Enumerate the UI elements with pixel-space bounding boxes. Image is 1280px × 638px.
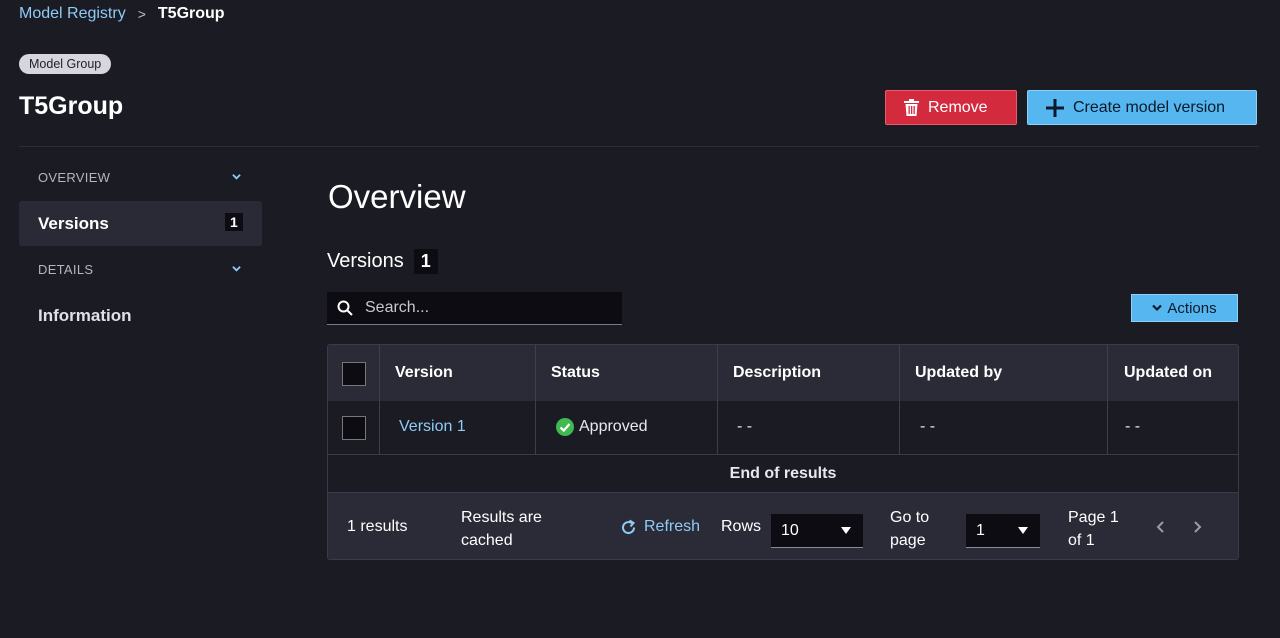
sidebar-section-details[interactable]: DETAILS — [38, 262, 93, 277]
header-divider — [19, 146, 1259, 147]
go-to-line2: page — [890, 532, 926, 549]
breadcrumb-current: T5Group — [157, 5, 225, 22]
trash-icon — [904, 99, 919, 116]
column-divider — [717, 345, 718, 455]
page-indicator-line2: of 1 — [1068, 532, 1095, 549]
chevron-down-icon[interactable] — [232, 264, 241, 273]
sidebar-versions-count: 1 — [225, 213, 243, 231]
actions-label: Actions — [1167, 299, 1217, 317]
rows-per-page-value: 10 — [781, 521, 799, 539]
column-divider — [1107, 345, 1108, 455]
rows-per-page-select[interactable]: 10 — [771, 514, 863, 548]
version-link[interactable]: Version 1 — [399, 418, 466, 436]
table-header: Version Status Description Updated by Up… — [328, 345, 1238, 401]
table-row: Version 1 Approved - - - - - - — [328, 401, 1238, 455]
updated-by-cell: - - — [920, 418, 936, 435]
chevron-down-icon[interactable] — [232, 172, 241, 181]
versions-count-badge: 1 — [413, 249, 438, 274]
search-input[interactable] — [363, 298, 607, 318]
column-header-description[interactable]: Description — [733, 364, 821, 382]
page-title: T5Group — [19, 92, 124, 120]
sidebar-section-overview[interactable]: OVERVIEW — [38, 170, 110, 185]
plus-icon — [1046, 98, 1064, 117]
column-header-updated-on[interactable]: Updated on — [1124, 364, 1212, 382]
versions-heading-label: Versions — [327, 250, 404, 272]
column-header-status[interactable]: Status — [551, 364, 600, 382]
remove-button[interactable]: Remove — [885, 90, 1017, 125]
section-title: Overview — [328, 178, 466, 215]
refresh-icon — [622, 519, 636, 534]
cache-status-line1: Results are — [461, 509, 542, 526]
rows-label: Rows — [721, 518, 762, 535]
chevron-right-icon[interactable] — [1192, 521, 1202, 533]
status-label: Approved — [579, 418, 648, 435]
refresh-label: Refresh — [644, 518, 701, 535]
go-to-line1: Go to — [890, 509, 930, 526]
check-circle-icon — [556, 418, 574, 436]
chevron-left-icon[interactable] — [1156, 521, 1166, 533]
chevron-down-icon — [1152, 304, 1163, 312]
go-to-page-select[interactable]: 1 — [966, 514, 1040, 548]
column-divider — [535, 345, 536, 455]
row-checkbox[interactable] — [342, 416, 366, 440]
cache-status: Results are cached — [461, 506, 542, 552]
caret-down-icon — [841, 527, 851, 534]
page-indicator: Page 1 of 1 — [1068, 506, 1119, 552]
description-cell: - - — [737, 418, 753, 435]
results-count: 1 results — [347, 518, 408, 535]
cache-status-line2: cached — [461, 532, 513, 549]
column-header-updated-by[interactable]: Updated by — [915, 364, 1002, 382]
column-divider — [899, 345, 900, 455]
select-all-checkbox[interactable] — [342, 362, 366, 386]
table-footer: 1 results Results are cached Refresh Row… — [328, 493, 1238, 559]
versions-table: Version Status Description Updated by Up… — [327, 344, 1239, 560]
page-indicator-line1: Page 1 — [1068, 509, 1119, 526]
end-of-results: End of results — [328, 455, 1238, 493]
sidebar-item-information[interactable]: Information — [38, 306, 132, 326]
versions-heading: Versions 1 — [327, 249, 438, 274]
breadcrumb-separator: > — [137, 6, 146, 22]
go-to-page-label: Go to page — [890, 506, 929, 552]
sidebar-item-versions-label: Versions — [38, 214, 109, 233]
actions-button[interactable]: Actions — [1131, 294, 1238, 322]
create-model-version-button[interactable]: Create model version — [1027, 90, 1257, 125]
search-icon — [337, 300, 353, 316]
updated-on-cell: - - — [1125, 418, 1141, 435]
breadcrumb: Model Registry > T5Group — [19, 5, 225, 23]
column-header-version[interactable]: Version — [395, 364, 453, 382]
breadcrumb-model-registry[interactable]: Model Registry — [19, 5, 126, 23]
caret-down-icon — [1018, 527, 1028, 534]
create-label: Create model version — [1073, 98, 1226, 116]
remove-label: Remove — [928, 98, 988, 116]
status-cell: Approved — [556, 418, 648, 436]
refresh-button[interactable]: Refresh — [620, 518, 700, 536]
column-divider — [379, 345, 380, 455]
search-field[interactable] — [327, 292, 622, 325]
model-group-badge: Model Group — [19, 54, 112, 74]
go-to-page-value: 1 — [976, 521, 985, 539]
